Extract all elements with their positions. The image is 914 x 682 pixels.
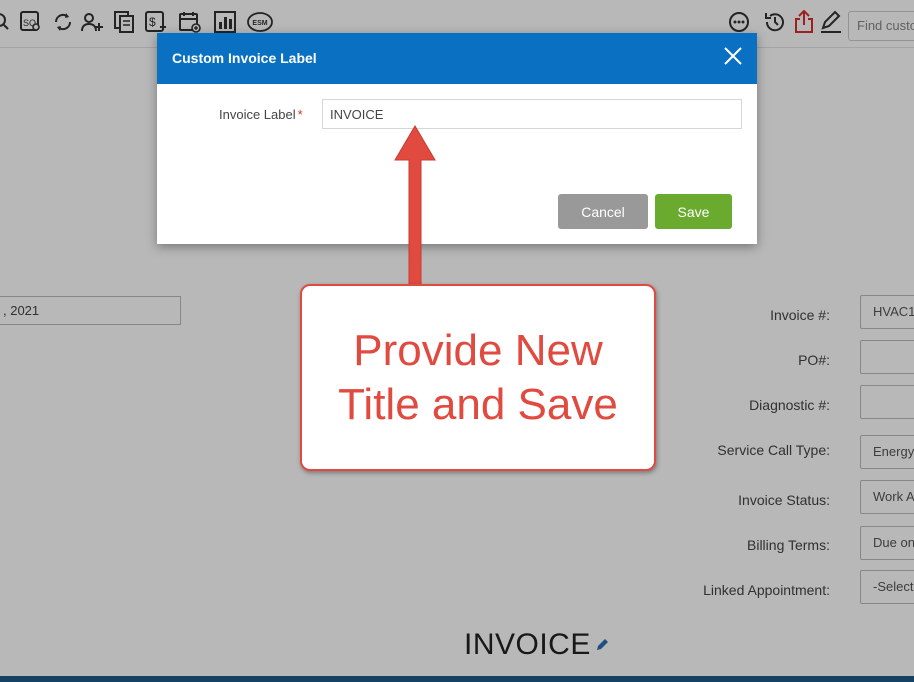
cancel-button[interactable]: Cancel [558, 194, 648, 229]
annotation-arrow [394, 125, 436, 288]
custom-invoice-label-dialog: Custom Invoice Label Invoice Label* Canc… [157, 33, 757, 244]
save-button[interactable]: Save [655, 194, 732, 229]
invoice-label-caption: Invoice Label * [219, 107, 303, 122]
close-icon[interactable] [723, 46, 743, 66]
annotation-text: Provide New Title and Save [338, 325, 618, 429]
dialog-title: Custom Invoice Label [172, 50, 317, 66]
invoice-label-input[interactable] [322, 99, 742, 129]
invoice-label-text: Invoice Label [219, 107, 296, 122]
required-marker: * [297, 107, 303, 122]
dialog-header: Custom Invoice Label [157, 33, 757, 84]
annotation-callout: Provide New Title and Save [300, 284, 656, 471]
